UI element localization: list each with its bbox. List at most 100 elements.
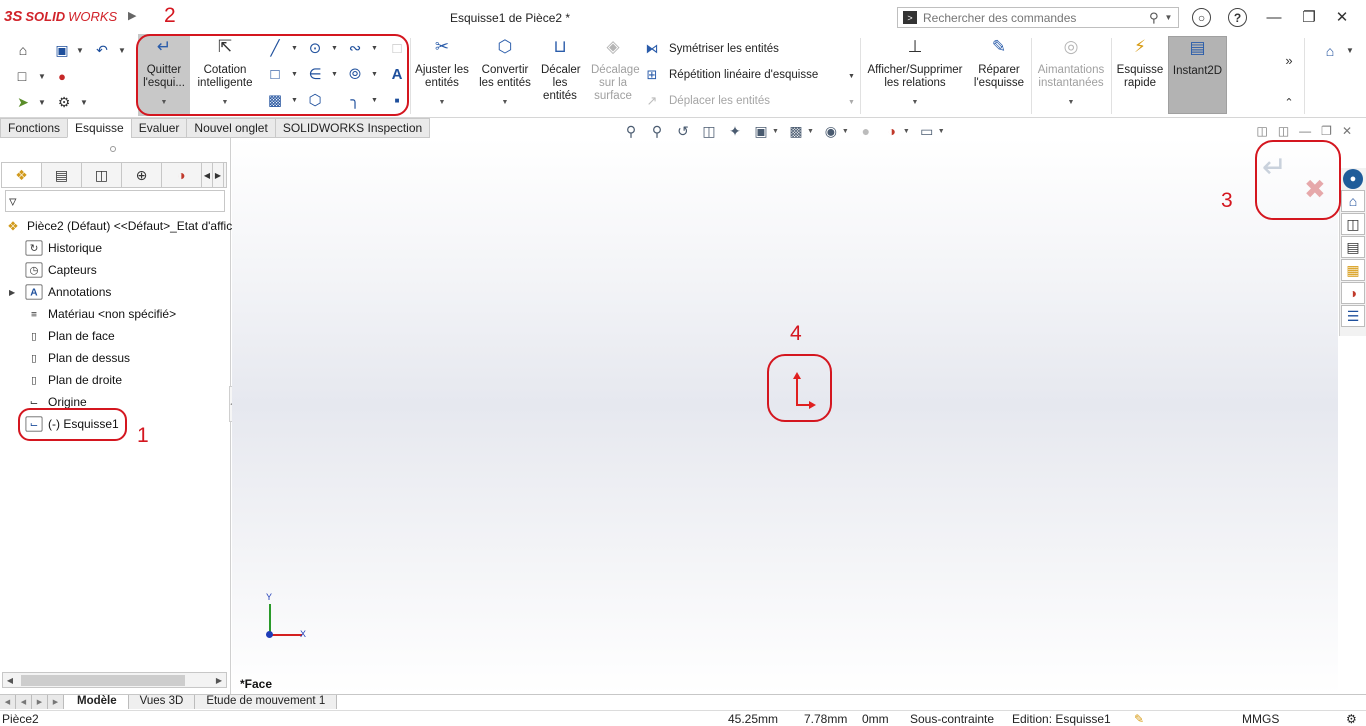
chevron-down-icon[interactable]: ▼ bbox=[80, 98, 88, 107]
minimize-button[interactable]: — bbox=[1262, 6, 1286, 28]
chevron-down-icon[interactable]: ▼ bbox=[864, 96, 966, 109]
chevron-down-icon[interactable]: ▼ bbox=[475, 96, 535, 109]
undo-icon[interactable]: ↶ bbox=[92, 40, 112, 60]
chevron-down-icon[interactable]: ▼ bbox=[1034, 96, 1108, 109]
chevron-down-icon[interactable]: ▼ bbox=[38, 72, 46, 81]
chevron-down-icon[interactable]: ▼ bbox=[38, 98, 46, 107]
scene-icon[interactable]: ◑ bbox=[881, 122, 903, 140]
chevron-left-icon[interactable]: ◀ bbox=[202, 163, 213, 187]
mirror-entities-button[interactable]: ⧑ Symétriser les entités bbox=[643, 41, 779, 57]
display-style-icon[interactable]: ▩ bbox=[785, 122, 807, 140]
scroll-thumb[interactable] bbox=[21, 674, 185, 686]
next-tab-icon[interactable]: ▶ bbox=[32, 695, 48, 709]
chevron-down-icon[interactable]: ▼ bbox=[772, 128, 779, 135]
view-orientation-icon[interactable]: ▣ bbox=[750, 122, 772, 140]
close-button[interactable]: ✕ bbox=[1330, 6, 1354, 28]
chevron-down-icon[interactable]: ▼ bbox=[848, 99, 855, 106]
tree-item-plan-dessus[interactable]: ▯ Plan de dessus bbox=[24, 348, 130, 368]
tree-item-materiau[interactable]: ≡ Matériau <non spécifié> bbox=[24, 304, 176, 324]
viewport-minimize-icon[interactable]: — bbox=[1299, 124, 1311, 138]
tree-root-part[interactable]: ❖ Pièce2 (Défaut) <<Défaut>_Etat d'affic bbox=[3, 216, 232, 236]
rebuild-icon[interactable]: ✎ bbox=[1134, 712, 1144, 726]
instant2d-button[interactable]: ▤ Instant2D bbox=[1168, 36, 1227, 114]
tree-filter[interactable]: ▿ bbox=[5, 190, 225, 212]
dynamic-annotation-icon[interactable]: ✦ bbox=[724, 122, 746, 140]
tree-item-plan-face[interactable]: ▯ Plan de face bbox=[24, 326, 115, 346]
collapse-ribbon-icon[interactable]: ⌃ bbox=[1282, 94, 1296, 110]
offset-surface-button[interactable]: ◈ Décalage sur la surface bbox=[586, 34, 640, 116]
zoom-to-fit-icon[interactable]: ⚲ bbox=[620, 122, 642, 140]
property-manager-tab-icon[interactable]: ▤ bbox=[42, 163, 82, 187]
traffic-light-icon[interactable]: ● bbox=[54, 66, 70, 86]
chevron-down-icon[interactable]: ▼ bbox=[848, 73, 855, 80]
view-settings-icon[interactable]: ▭ bbox=[916, 122, 938, 140]
help-tooltip-icon[interactable]: ⚙ bbox=[1346, 712, 1357, 726]
status-units[interactable]: MMGS bbox=[1242, 712, 1279, 726]
file-explorer-icon[interactable]: ▤ bbox=[1341, 236, 1365, 258]
chevron-down-icon[interactable]: ▼ bbox=[903, 128, 910, 135]
design-library-icon[interactable]: ◫ bbox=[1341, 213, 1365, 235]
save-icon[interactable]: ▣ bbox=[52, 40, 72, 60]
home-icon[interactable]: ⌂ bbox=[1318, 40, 1342, 62]
user-account-icon[interactable]: ○ bbox=[1192, 8, 1211, 27]
quick-snaps-button[interactable]: ◎ Aimantations instantanées ▼ bbox=[1034, 34, 1108, 116]
tab-esquisse[interactable]: Esquisse bbox=[67, 118, 131, 138]
section-view-icon[interactable]: ◫ bbox=[698, 122, 720, 140]
tab-evaluer[interactable]: Evaluer bbox=[130, 118, 187, 138]
home-icon[interactable]: ⌂ bbox=[12, 40, 34, 60]
viewport-restore-icon[interactable]: ❐ bbox=[1321, 124, 1332, 138]
linear-pattern-button[interactable]: ⊞ Répétition linéaire d'esquisse bbox=[643, 67, 819, 83]
tab-solidworks-inspection[interactable]: SOLIDWORKS Inspection bbox=[274, 118, 431, 138]
first-tab-icon[interactable]: ◀ bbox=[0, 695, 16, 709]
chevron-right-icon[interactable]: ▶ bbox=[213, 163, 224, 187]
solidworks-logo[interactable]: 3S SOLID WORKS bbox=[4, 8, 117, 25]
tree-item-capteurs[interactable]: ◷ Capteurs bbox=[24, 260, 97, 280]
display-relations-button[interactable]: ⊥ Afficher/Supprimer les relations ▼ bbox=[864, 34, 966, 116]
previous-view-icon[interactable]: ↺ bbox=[672, 122, 694, 140]
rapid-sketch-button[interactable]: ⚡ Esquisse rapide bbox=[1114, 34, 1166, 116]
repair-sketch-button[interactable]: ✎ Réparer l'esquisse bbox=[970, 34, 1028, 116]
scroll-right-icon[interactable]: ▶ bbox=[212, 676, 226, 685]
viewport-prev-icon[interactable]: ◫ bbox=[1256, 124, 1267, 138]
edit-appearance-icon[interactable]: ● bbox=[855, 122, 877, 140]
move-entities-button[interactable]: ↗ Déplacer les entités bbox=[643, 93, 770, 109]
viewport-next-icon[interactable]: ◫ bbox=[1278, 124, 1289, 138]
chevron-down-icon[interactable]: ▼ bbox=[842, 128, 849, 135]
tab-etude-mouvement[interactable]: Etude de mouvement 1 bbox=[195, 695, 338, 709]
help-icon[interactable]: ? bbox=[1228, 8, 1247, 27]
tree-item-plan-droite[interactable]: ▯ Plan de droite bbox=[24, 370, 122, 390]
horizontal-scrollbar[interactable]: ◀ ▶ bbox=[2, 672, 227, 688]
home-icon[interactable]: ⌂ bbox=[1341, 190, 1365, 212]
menu-expand-icon[interactable]: ▶ bbox=[128, 9, 136, 22]
trim-button[interactable]: ✂ Ajuster les entités ▼ bbox=[412, 34, 472, 116]
feature-tree-tab-icon[interactable]: ❖ bbox=[2, 163, 42, 187]
panel-grip-icon[interactable] bbox=[110, 146, 116, 152]
restore-button[interactable]: ❐ bbox=[1297, 6, 1321, 28]
chevron-down-icon[interactable]: ▼ bbox=[1346, 46, 1354, 55]
tree-item-historique[interactable]: ↻ Historique bbox=[24, 238, 102, 258]
offset-entities-button[interactable]: ⊔ Décaler les entités bbox=[538, 34, 582, 116]
hide-show-icon[interactable]: ◉ bbox=[820, 122, 842, 140]
reference-triad[interactable]: Y X bbox=[262, 592, 312, 644]
configuration-tab-icon[interactable]: ◫ bbox=[82, 163, 122, 187]
prev-tab-icon[interactable]: ◀ bbox=[16, 695, 32, 709]
display-manager-tab-icon[interactable]: ◑ bbox=[162, 163, 202, 187]
tab-nouvel-onglet[interactable]: Nouvel onglet bbox=[186, 118, 275, 138]
appearances-icon[interactable]: ◑ bbox=[1341, 282, 1365, 304]
tab-fonctions[interactable]: Fonctions bbox=[0, 118, 68, 138]
chevron-down-icon[interactable]: ▼ bbox=[118, 46, 126, 55]
gear-icon[interactable]: ⚙ bbox=[54, 92, 74, 112]
last-tab-icon[interactable]: ▶ bbox=[48, 695, 64, 709]
view-palette-icon[interactable]: ▦ bbox=[1341, 259, 1365, 281]
zoom-to-area-icon[interactable]: ⚲ bbox=[646, 122, 668, 140]
new-document-icon[interactable]: □ bbox=[12, 66, 32, 86]
dimxpert-tab-icon[interactable]: ⊕ bbox=[122, 163, 162, 187]
command-search[interactable]: > ⚲ ▼ bbox=[897, 7, 1179, 28]
custom-properties-icon[interactable]: ☰ bbox=[1341, 305, 1365, 327]
search-input[interactable] bbox=[923, 10, 1145, 25]
convert-entities-button[interactable]: ⬡ Convertir les entités ▼ bbox=[475, 34, 535, 116]
chevron-down-icon[interactable]: ▼ bbox=[938, 128, 945, 135]
solidworks-resources-icon[interactable]: ● bbox=[1343, 169, 1363, 189]
chevron-down-icon[interactable]: ▼ bbox=[1165, 13, 1173, 22]
search-icon[interactable]: ⚲ bbox=[1149, 10, 1159, 26]
